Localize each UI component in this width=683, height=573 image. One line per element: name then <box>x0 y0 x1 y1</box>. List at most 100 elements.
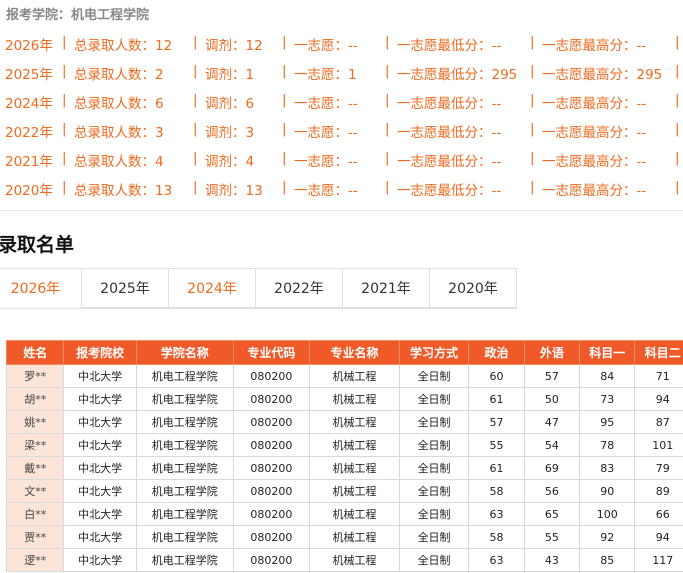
table-cell: 65 <box>523 502 581 526</box>
stat-row: 2021年 | 总录取人数：4 | 调剂：4 | 一志愿：-- | 一志愿最低分：-- | 一志愿最… <box>0 144 683 173</box>
stat-year: 2025年 <box>5 67 53 83</box>
table-cell: 机电工程学院 <box>135 502 234 526</box>
table-cell: 全日制 <box>398 502 470 526</box>
table-cell: 机械工程 <box>309 548 400 572</box>
stat-separator: | <box>62 179 67 195</box>
table-cell: 89 <box>634 479 683 503</box>
table-row: 胡** 中北大学 机电工程学院 080200 机械工程 全日制 61 50 73 94 <box>5 387 683 411</box>
table-cell: 43 <box>523 548 581 572</box>
table-cell: 79 <box>634 456 683 480</box>
table-cell: 白** <box>5 502 65 526</box>
table-cell: 机械工程 <box>309 387 400 411</box>
stat-separator: | <box>385 179 390 195</box>
stat-year: 2021年 <box>5 154 53 170</box>
stat-year: 2026年 <box>5 38 53 54</box>
stat-row: 2024年 | 总录取人数：6 | 调剂：6 | 一志愿：-- | 一志愿最低分：-- | 一志愿最… <box>0 86 683 115</box>
stat-separator: | <box>282 63 287 79</box>
stat-total: 总录取人数：2 <box>74 67 164 83</box>
stat-separator: | <box>675 63 680 79</box>
stat-separator: | <box>62 121 67 137</box>
table-cell: 机电工程学院 <box>135 479 234 503</box>
stat-adjust: 调剂：6 <box>205 96 255 112</box>
stat-first-max: 一志愿最高分：-- <box>542 125 647 141</box>
column-header: 外语 <box>523 340 581 365</box>
table-cell: 66 <box>634 502 683 526</box>
table-cell: 100 <box>579 502 636 526</box>
table-cell: 中北大学 <box>63 387 137 411</box>
stat-first-choice: 一志愿：-- <box>294 183 358 199</box>
table-cell: 101 <box>634 433 683 457</box>
table-row: 姚** 中北大学 机电工程学院 080200 机械工程 全日制 57 47 95 87 <box>5 410 683 434</box>
table-cell: 机械工程 <box>309 364 400 388</box>
table-cell: 58 <box>468 479 525 503</box>
table-cell: 中北大学 <box>63 479 137 503</box>
table-cell: 080200 <box>232 410 311 434</box>
table-cell: 94 <box>634 387 683 411</box>
tab-2022年[interactable]: 2022年 <box>256 268 343 308</box>
column-header: 科目二 <box>634 340 683 365</box>
table-cell: 机电工程学院 <box>135 548 234 572</box>
table-cell: 机械工程 <box>309 410 400 434</box>
table-cell: 戴** <box>5 456 65 480</box>
table-cell: 机电工程学院 <box>135 456 234 480</box>
stat-adjust: 调剂：12 <box>205 38 263 54</box>
table-cell: 61 <box>468 387 525 411</box>
column-header: 专业名称 <box>309 340 400 365</box>
stat-separator: | <box>62 34 67 50</box>
stat-adjust: 调剂：4 <box>205 154 255 170</box>
admission-table: 姓名 报考院校 学院名称 专业代码 专业名称 学习方式 政治 外语 科目一 科目二 罗** 中北大学… <box>5 340 683 572</box>
table-cell: 机械工程 <box>309 525 400 549</box>
stats-list: 2026年 | 总录取人数：12 | 调剂：12 | 一志愿：-- | 一志愿最低分：-- | 一志… <box>0 28 683 202</box>
column-header: 报考院校 <box>63 340 137 365</box>
stat-separator: | <box>282 34 287 50</box>
table-cell: 73 <box>579 387 636 411</box>
stat-first-choice: 一志愿：1 <box>294 67 357 83</box>
stat-row: 2022年 | 总录取人数：3 | 调剂：3 | 一志愿：-- | 一志愿最低分：-- | 一志愿最… <box>0 115 683 144</box>
stat-year: 2022年 <box>5 125 53 141</box>
table-cell: 78 <box>579 433 636 457</box>
stat-total: 总录取人数：12 <box>74 38 173 54</box>
table-row: 贾** 中北大学 机电工程学院 080200 机械工程 全日制 58 55 92 94 <box>5 525 683 549</box>
table-cell: 机械工程 <box>309 479 400 503</box>
stat-first-choice: 一志愿：-- <box>294 125 358 141</box>
stat-separator: | <box>385 150 390 166</box>
divider <box>0 210 683 211</box>
table-cell: 080200 <box>232 433 311 457</box>
table-cell: 85 <box>579 548 636 572</box>
year-tabs: 2026年 2025年 2024年 2022年 2021年 2020年 <box>0 268 517 309</box>
column-header: 科目一 <box>579 340 636 365</box>
table-cell: 中北大学 <box>63 525 137 549</box>
table-cell: 61 <box>468 456 525 480</box>
stat-first-min: 一志愿最低分：-- <box>397 125 502 141</box>
table-cell: 54 <box>523 433 581 457</box>
table-cell: 71 <box>634 364 683 388</box>
stat-separator: | <box>530 92 535 108</box>
stat-separator: | <box>282 179 287 195</box>
stat-separator: | <box>675 121 680 137</box>
table-cell: 63 <box>468 502 525 526</box>
table-cell: 全日制 <box>398 410 470 434</box>
table-cell: 中北大学 <box>63 364 137 388</box>
table-row: 罗** 中北大学 机电工程学院 080200 机械工程 全日制 60 57 84 71 <box>5 364 683 388</box>
stat-first-min: 一志愿最低分：295 <box>397 67 518 83</box>
stat-separator: | <box>193 34 198 50</box>
table-cell: 机电工程学院 <box>135 387 234 411</box>
tab-2025年[interactable]: 2025年 <box>82 268 169 308</box>
stat-year: 2024年 <box>5 96 53 112</box>
tab-2024年[interactable]: 2024年 <box>169 268 256 308</box>
table-cell: 全日制 <box>398 548 470 572</box>
table-row: 逻** 中北大学 机电工程学院 080200 机械工程 全日制 63 43 85 117 <box>5 548 683 572</box>
tab-2026年[interactable]: 2026年 <box>0 268 82 308</box>
stat-first-min: 一志愿最低分：-- <box>397 38 502 54</box>
table-cell: 92 <box>579 525 636 549</box>
stat-separator: | <box>385 121 390 137</box>
table-cell: 机电工程学院 <box>135 410 234 434</box>
stat-row: 2020年 | 总录取人数：13 | 调剂：13 | 一志愿：-- | 一志愿最低分：-- | 一志… <box>0 173 683 202</box>
stat-first-choice: 一志愿：-- <box>294 38 358 54</box>
tab-2020年[interactable]: 2020年 <box>430 268 517 308</box>
stat-separator: | <box>675 150 680 166</box>
stat-first-max: 一志愿最高分：-- <box>542 38 647 54</box>
column-header: 专业代码 <box>232 340 311 365</box>
tab-2021年[interactable]: 2021年 <box>343 268 430 308</box>
table-cell: 55 <box>523 525 581 549</box>
